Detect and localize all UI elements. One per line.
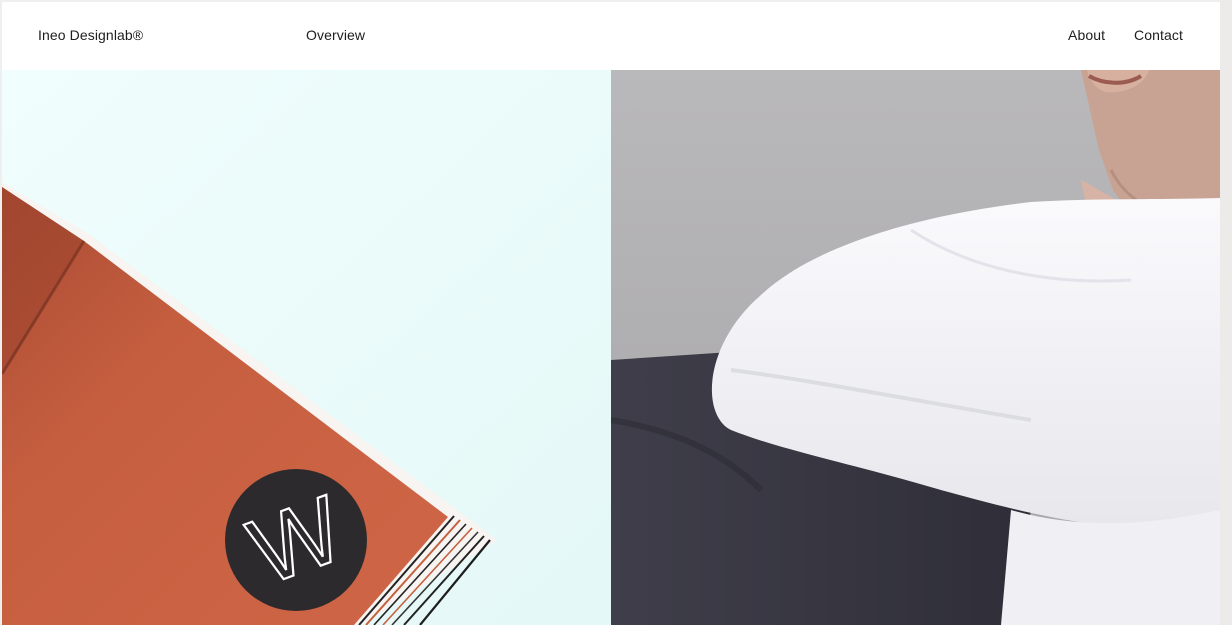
project-tile-book[interactable]: W <box>2 70 611 625</box>
project-tile-shirt[interactable] <box>611 70 1220 625</box>
w-logo-badge: W <box>225 469 367 611</box>
nav-contact-link[interactable]: Contact <box>1134 27 1183 43</box>
scrollbar-track[interactable] <box>1220 0 1232 625</box>
nav-overview-link[interactable]: Overview <box>306 27 365 43</box>
site-header: Ineo Designlab® Overview About Contact <box>2 2 1220 70</box>
white-shirt-image <box>611 70 1220 625</box>
brand-logo-link[interactable]: Ineo Designlab® <box>38 27 143 43</box>
book-cover-image: W <box>2 70 611 625</box>
page: Ineo Designlab® Overview About Contact W <box>2 2 1220 625</box>
nav-about-link[interactable]: About <box>1068 27 1105 43</box>
project-gallery: W <box>2 70 1220 625</box>
